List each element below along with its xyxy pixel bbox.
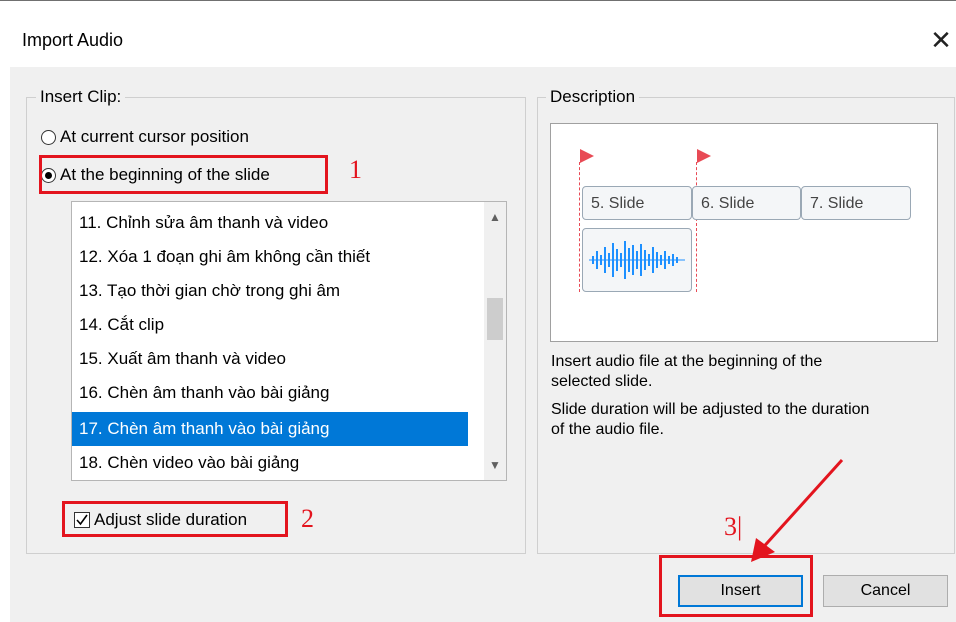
insert-clip-legend: Insert Clip: (36, 87, 126, 107)
annotation-arrow-icon (751, 458, 844, 562)
adjust-slide-duration-label: Adjust slide duration (94, 510, 248, 529)
preview-slide: 5. Slide (582, 186, 692, 220)
waveform-icon (589, 241, 685, 279)
list-scrollbar[interactable]: ▲ ▼ (484, 202, 506, 480)
dialog-title: Import Audio (22, 30, 124, 50)
radio-current-cursor[interactable]: At current cursor position (41, 127, 249, 147)
audio-clip-box (582, 228, 692, 292)
list-item[interactable]: 13. Tạo thời gian chờ trong ghi âm (72, 274, 468, 308)
import-audio-dialog: Import Audio ✕ Insert Clip: At current c… (0, 0, 956, 622)
radio-selected-dot (45, 171, 52, 179)
title-bar: Import Audio ✕ (0, 1, 956, 67)
marker-line (579, 162, 580, 292)
close-icon[interactable]: ✕ (926, 25, 956, 55)
annotation-step1: 1 (349, 155, 362, 184)
annotation-step2: 2 (301, 504, 314, 533)
checkbox[interactable] (74, 512, 90, 528)
list-item[interactable]: 18. Chèn video vào bài giảng (72, 446, 468, 480)
description-line: of the audio file. (551, 421, 664, 438)
slide-list[interactable]: 11. Chỉnh sửa âm thanh và video 12. Xóa … (71, 201, 507, 481)
scroll-thumb[interactable] (487, 298, 503, 340)
marker-flag-icon (580, 149, 594, 163)
preview-slide: 7. Slide (801, 186, 911, 220)
insert-button[interactable]: Insert (678, 575, 803, 607)
scroll-down-icon[interactable]: ▼ (484, 454, 506, 476)
dialog-content: Insert Clip: At current cursor position … (10, 67, 956, 622)
description-line: Slide duration will be adjusted to the d… (551, 401, 870, 418)
list-item[interactable]: 12. Xóa 1 đoạn ghi âm không cần thiết (72, 240, 468, 274)
radio-label-beginning-of-slide: At the beginning of the slide (60, 165, 270, 184)
description-preview: 5. Slide 6. Slide 7. Slide (550, 123, 938, 342)
marker-flag-icon (697, 149, 711, 163)
cancel-button[interactable]: Cancel (823, 575, 948, 607)
description-line: selected slide. (551, 373, 653, 390)
radio-button[interactable] (41, 167, 56, 183)
adjust-slide-duration-checkbox[interactable]: Adjust slide duration (74, 510, 247, 530)
description-line: Insert audio file at the beginning of th… (551, 353, 823, 370)
preview-slide: 6. Slide (692, 186, 801, 220)
list-item[interactable]: 16. Chèn âm thanh vào bài giảng (72, 376, 468, 410)
annotation-step3: 3| (724, 512, 743, 541)
list-item-selected[interactable]: 17. Chèn âm thanh vào bài giảng (72, 412, 468, 446)
scroll-up-icon[interactable]: ▲ (484, 206, 506, 228)
checkmark-icon (76, 514, 88, 526)
radio-button[interactable] (41, 129, 56, 145)
radio-label-current-cursor: At current cursor position (60, 127, 249, 146)
radio-beginning-of-slide[interactable]: At the beginning of the slide (41, 165, 270, 185)
marker-line (696, 162, 697, 292)
list-item[interactable]: 14. Cắt clip (72, 308, 468, 342)
list-item[interactable]: 15. Xuất âm thanh và video (72, 342, 468, 376)
description-legend: Description (546, 87, 640, 107)
list-item[interactable]: 11. Chỉnh sửa âm thanh và video (72, 206, 468, 240)
